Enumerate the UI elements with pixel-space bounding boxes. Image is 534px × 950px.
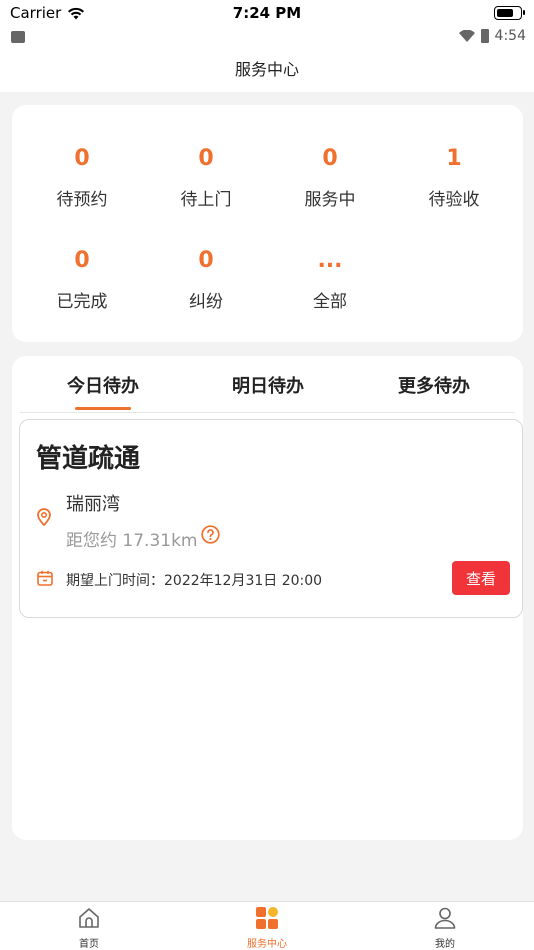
stat-count: 0	[198, 146, 214, 171]
tab-today[interactable]: 今日待办	[18, 372, 188, 398]
profile-icon	[434, 907, 456, 929]
tabbar-service-center[interactable]: 服务中心	[217, 907, 317, 950]
stat-count: 0	[74, 146, 90, 171]
page-title: 服务中心	[234, 60, 299, 79]
stat-label: 待预约	[56, 190, 108, 210]
tabbar-home[interactable]: 首页	[39, 907, 139, 950]
stat-count: 0	[74, 248, 90, 273]
image-notification-icon	[11, 31, 25, 43]
stat-pending-acceptance[interactable]: 1 待验收	[390, 145, 518, 210]
stat-dispute[interactable]: 0 纠纷	[142, 247, 270, 312]
task-title: 管道疏通	[36, 444, 141, 474]
tabbar-label: 我的	[435, 939, 455, 950]
stat-count: 0	[198, 248, 214, 273]
tab-more[interactable]: 更多待办	[349, 372, 519, 398]
status-bar: Carrier 7:24 PM	[0, 0, 534, 28]
todo-card: 今日待办 明日待办 更多待办 管道疏通 瑞丽湾 距您约 17.31km 期望上门…	[12, 356, 523, 840]
calendar-icon	[37, 570, 53, 586]
nav-bar: 服务中心	[0, 52, 534, 92]
sub-bar-right: 4:54	[458, 28, 526, 44]
stat-all[interactable]: ... 全部	[266, 247, 394, 312]
help-question-icon[interactable]	[201, 525, 220, 544]
stat-in-service[interactable]: 0 服务中	[266, 145, 394, 210]
bottom-tab-bar: 首页 服务中心 我的	[0, 901, 534, 950]
stat-label: 全部	[313, 292, 347, 312]
stat-count: 0	[322, 146, 338, 171]
stat-count: ...	[317, 248, 343, 273]
tabbar-label: 首页	[79, 939, 99, 950]
todo-tabs: 今日待办 明日待办 更多待办	[12, 356, 523, 412]
location-pin-icon	[37, 508, 51, 526]
stat-label: 已完成	[56, 292, 108, 312]
battery-icon	[494, 6, 525, 20]
task-expected-time: 期望上门时间：2022年12月31日 20:00	[66, 573, 323, 589]
home-icon	[79, 908, 99, 928]
sub-battery-icon	[480, 29, 489, 43]
stat-label: 服务中	[304, 190, 356, 210]
stat-pending-visit[interactable]: 0 待上门	[142, 145, 270, 210]
android-time: 4:54	[494, 28, 526, 44]
service-grid-icon	[256, 907, 278, 929]
stat-completed[interactable]: 0 已完成	[18, 247, 146, 312]
stat-count: 1	[446, 146, 462, 171]
system-sub-bar: 4:54	[0, 28, 534, 52]
task-location: 瑞丽湾	[66, 494, 120, 515]
task-item[interactable]: 管道疏通 瑞丽湾 距您约 17.31km 期望上门时间：2022年12月31日 …	[19, 419, 523, 618]
stat-label: 待验收	[428, 190, 480, 210]
task-distance: 距您约 17.31km	[66, 531, 198, 551]
wifi-signal-icon	[458, 30, 475, 42]
active-tab-indicator	[75, 407, 131, 410]
tabs-divider	[20, 412, 515, 413]
stat-label: 待上门	[180, 190, 232, 210]
view-button[interactable]: 查看	[452, 561, 510, 595]
order-stats-card: 0 待预约 0 待上门 0 服务中 1 待验收 0 已完成 0 纠纷 ... 全…	[12, 105, 523, 342]
status-time: 7:24 PM	[232, 4, 302, 22]
tabbar-label: 服务中心	[247, 939, 287, 950]
stat-pending-appointment[interactable]: 0 待预约	[18, 145, 146, 210]
stat-label: 纠纷	[189, 292, 223, 312]
tabbar-profile[interactable]: 我的	[395, 907, 495, 950]
tab-tomorrow[interactable]: 明日待办	[183, 372, 353, 398]
